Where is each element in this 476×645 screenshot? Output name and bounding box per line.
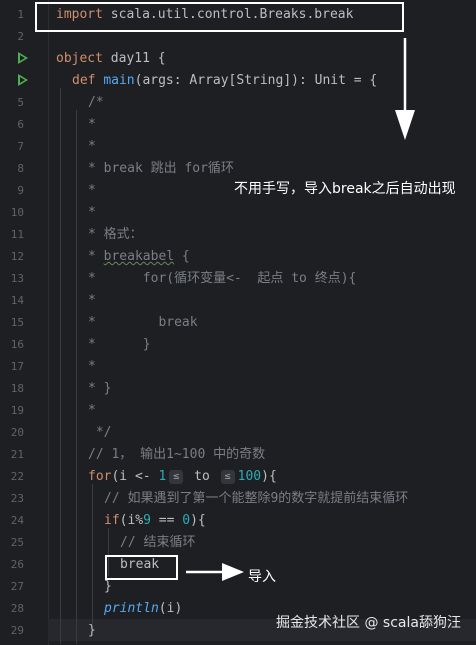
line-number: 27 [10, 580, 24, 593]
line-number: 10 [10, 206, 24, 219]
line-number: 12 [10, 250, 24, 263]
code-line-12: * breakabel { [88, 246, 190, 268]
code-line-3: object day11 { [56, 48, 166, 70]
code-text: { [174, 249, 190, 264]
line-number: 9 [17, 184, 24, 197]
line-number: 22 [10, 470, 24, 483]
line-number: 13 [10, 272, 24, 285]
code-line-17: * [88, 359, 96, 374]
run-object-icon[interactable] [18, 52, 28, 64]
code-line-19: * [88, 403, 96, 418]
code-line-21: // 1， 输出1~100 中的奇数 [88, 447, 266, 462]
code-text: (i) [158, 601, 183, 616]
code-line-20: */ [88, 425, 112, 440]
code-line-24: if(i%9 == 0){ [104, 510, 206, 532]
line-number: 29 [10, 624, 24, 637]
auto-import-note: 不用手写，导入break之后自动出现 [234, 181, 456, 197]
code-line-4: def main(args: Array[String]): Unit = { [72, 70, 377, 92]
line-number: 6 [17, 118, 24, 131]
code-line-7: * [88, 139, 96, 154]
code-text: ){ [190, 513, 206, 528]
code-line-29: } [88, 623, 96, 638]
import-note: 导入 [248, 569, 276, 585]
line-number: 21 [10, 448, 24, 461]
number-literal: 100 [237, 469, 262, 484]
typo-warning[interactable]: breakabel [104, 249, 174, 264]
keyword: object [56, 51, 103, 66]
right-arrow-icon [186, 563, 244, 581]
code-text: ){ [261, 469, 277, 484]
line-number: 1 [17, 8, 24, 21]
line-number: 5 [17, 96, 24, 109]
line-number: 2 [17, 30, 24, 43]
code-line-28: println(i) [104, 598, 182, 620]
line-number: 15 [10, 316, 24, 329]
code-line-6: * [88, 117, 96, 132]
code-line-10: * [88, 205, 96, 220]
code-text: (args: Array[String]): Unit = { [134, 73, 378, 88]
code-text: (i% [119, 513, 144, 528]
line-number: 17 [10, 360, 24, 373]
code-line-11: * 格式： [88, 227, 143, 242]
watermark: 掘金技术社区 @ scala舔狗汪 [276, 615, 461, 631]
indent-guide [92, 484, 93, 624]
line-number: 7 [17, 140, 24, 153]
inlay-hint: ≤ [220, 470, 235, 484]
line-number: 14 [10, 294, 24, 307]
indent-guide [76, 110, 77, 644]
code-line-13: * for(循环变量<- 起点 to 终点){ [88, 271, 357, 286]
line-number: 18 [10, 382, 24, 395]
number-literal: 0 [182, 513, 191, 528]
keyword: def [72, 73, 96, 88]
break-highlight-box [105, 555, 178, 580]
code-line-8: * break 跳出 for循环 [88, 161, 234, 176]
code-line-18: * } [88, 381, 112, 396]
code-line-14: * [88, 293, 96, 308]
code-text: (i <- [111, 469, 159, 484]
line-number: 25 [10, 536, 24, 549]
line-number: 20 [10, 426, 24, 439]
code-line-22: for(i <- 1 ≤ to ≤100){ [88, 466, 277, 488]
line-number: 19 [10, 404, 24, 417]
line-number: 28 [10, 602, 24, 615]
line-number: 8 [17, 162, 24, 175]
code-line-25: // 结束循环 [120, 535, 196, 550]
line-number: 26 [10, 558, 24, 571]
code-line-16: * } [88, 337, 151, 352]
code-text: to [186, 469, 218, 484]
line-number: 24 [10, 514, 24, 527]
down-arrow-icon [395, 38, 415, 140]
line-number: 11 [10, 228, 24, 241]
code-line-9: * [88, 183, 96, 198]
code-line-15: * break [88, 315, 198, 330]
indent-guide [60, 88, 61, 644]
number-literal: 9 [143, 513, 151, 528]
code-text: day11 { [102, 51, 166, 66]
keyword: for [88, 469, 112, 484]
keyword: if [104, 513, 120, 528]
import-highlight-box [35, 2, 404, 32]
inlay-hint: ≤ [169, 470, 184, 484]
line-number: 23 [10, 492, 24, 505]
line-number: 16 [10, 338, 24, 351]
code-text: == [150, 513, 183, 528]
number-literal: 1 [158, 469, 167, 484]
run-main-icon[interactable] [18, 74, 28, 86]
function-call: println [104, 601, 159, 616]
function-name: main [103, 73, 135, 88]
comment-star: * [88, 249, 104, 264]
code-line-5: /* [88, 95, 104, 110]
code-line-23: // 如果遇到了第一个能整除9的数字就提前结束循环 [104, 491, 409, 506]
